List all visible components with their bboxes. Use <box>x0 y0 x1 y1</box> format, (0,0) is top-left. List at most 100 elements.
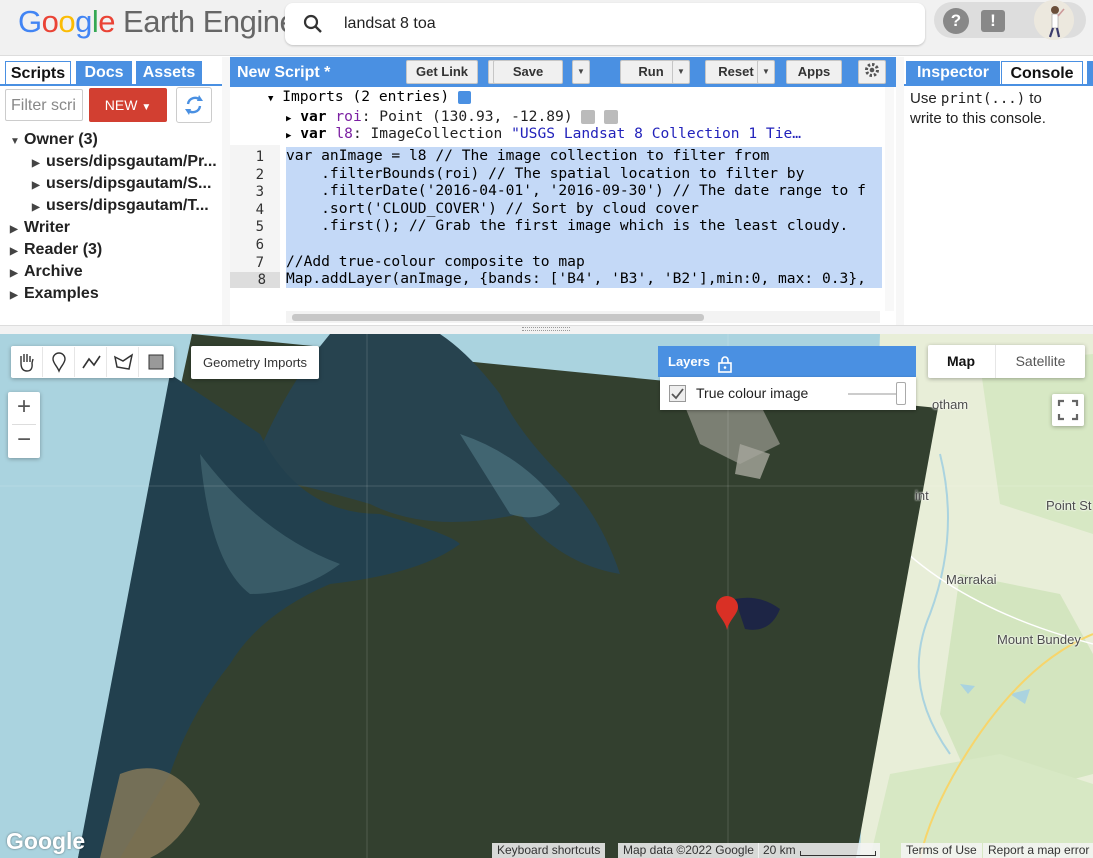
code-line[interactable]: .first(); // Grab the first image which … <box>286 217 882 235</box>
rectangle-tool-icon[interactable] <box>139 347 173 377</box>
geometry-edit-icon[interactable] <box>604 110 619 124</box>
left-tabs: Scripts Docs Assets <box>0 57 222 86</box>
layers-panel: Layers True colour image <box>658 346 916 410</box>
fullscreen-icon <box>1057 399 1079 421</box>
search-box[interactable]: landsat 8 toa <box>285 3 925 45</box>
code-line[interactable]: .sort('CLOUD_COVER') // Sort by cloud co… <box>286 199 882 218</box>
tab-underline <box>904 84 1093 86</box>
tab-overflow[interactable] <box>1087 61 1093 85</box>
code-area[interactable]: 1 2 3 4 5 6 7 8 var anImage = l8 // The … <box>230 145 882 289</box>
apps-button[interactable]: Apps <box>786 60 842 84</box>
editor-vertical-scrollbar[interactable] <box>885 87 894 311</box>
opacity-slider[interactable] <box>848 393 898 395</box>
collapsed-arrow-icon: ▶ <box>32 180 40 191</box>
geometry-imports-button[interactable]: Geometry Imports <box>191 346 319 379</box>
tree-script-item[interactable]: ▶ users/dipsgautam/Pr... <box>32 153 217 171</box>
feedback-icon[interactable]: ! <box>981 10 1005 32</box>
collapsed-arrow-icon: ▶ <box>32 202 40 213</box>
tree-archive[interactable]: ▶ Archive <box>10 263 83 281</box>
get-link-button[interactable]: Get Link <box>406 60 478 84</box>
map-canvas[interactable] <box>0 334 1093 858</box>
layer-visibility-checkbox[interactable] <box>669 385 686 402</box>
expanded-arrow-icon: ▼ <box>10 136 20 147</box>
editor-scroll-thumb[interactable] <box>292 314 704 321</box>
collapsed-arrow-icon: ▶ <box>10 268 18 279</box>
fullscreen-button[interactable] <box>1052 394 1084 426</box>
tab-underline <box>0 84 222 86</box>
map-type-satellite-button[interactable]: Satellite <box>996 345 1085 378</box>
scale-bar[interactable]: 20 km <box>758 843 880 858</box>
imports-header[interactable]: ▼ Imports (2 entries) <box>268 88 471 105</box>
tree-script-item[interactable]: ▶ users/dipsgautam/S... <box>32 175 211 193</box>
geometry-settings-icon[interactable] <box>581 110 596 124</box>
tree-script-item[interactable]: ▶ users/dipsgautam/T... <box>32 197 209 215</box>
layer-name[interactable]: True colour image <box>696 385 808 401</box>
save-button[interactable]: Save <box>493 60 563 84</box>
tab-docs[interactable]: Docs <box>76 61 132 85</box>
tab-console[interactable]: Console <box>1001 61 1083 85</box>
map-view[interactable]: otham int Point St Marrakai Mount Bundey… <box>0 334 1093 858</box>
filter-scripts-input[interactable]: Filter scri <box>5 89 83 121</box>
tab-assets[interactable]: Assets <box>136 61 202 85</box>
tab-inspector[interactable]: Inspector <box>906 61 1000 85</box>
opacity-slider-handle[interactable] <box>896 382 906 405</box>
code-line[interactable]: var anImage = l8 // The image collection… <box>286 147 882 165</box>
tree-examples[interactable]: ▶ Examples <box>10 285 99 303</box>
code-line[interactable]: .filterBounds(roi) // The spatial locati… <box>286 164 882 183</box>
earth-engine-app: Google Earth Engine landsat 8 toa ? ! Scr… <box>0 0 1093 858</box>
tab-scripts[interactable]: Scripts <box>5 61 71 85</box>
zoom-in-button[interactable]: + <box>8 392 40 424</box>
settings-gear-icon[interactable] <box>858 60 886 84</box>
avatar[interactable] <box>1034 0 1074 40</box>
imports-section: ▼ Imports (2 entries) ▶ var roi: Point (… <box>230 87 886 145</box>
console-hint: Use print(...) to write to this console. <box>910 90 1046 127</box>
import-roi[interactable]: ▶ var roi: Point (130.93, -12.89) <box>286 108 619 125</box>
scripts-panel: Scripts Docs Assets Filter scri NEW ▼ ▼ O… <box>0 57 222 325</box>
map-type-map-button[interactable]: Map <box>928 345 994 378</box>
tree-reader[interactable]: ▶ Reader (3) <box>10 241 102 259</box>
imports-doc-icon[interactable] <box>457 90 471 104</box>
zoom-out-button[interactable]: − <box>8 425 40 457</box>
script-title[interactable]: New Script * <box>237 64 330 82</box>
code-editor-panel: New Script * Get Link ▼ Save ▼ Run ▼ Res… <box>230 57 896 325</box>
layers-header[interactable]: Layers <box>658 346 916 377</box>
earth-engine-logo[interactable]: Google Earth Engine <box>18 4 297 40</box>
tree-writer[interactable]: ▶ Writer <box>10 219 70 237</box>
save-dropdown-icon[interactable]: ▼ <box>572 60 590 84</box>
code-line[interactable]: Map.addLayer(anImage, {bands: ['B4', 'B3… <box>286 270 882 288</box>
map-splitter[interactable] <box>0 325 1093 334</box>
search-input[interactable]: landsat 8 toa <box>344 15 436 33</box>
left-splitter[interactable] <box>222 57 230 325</box>
console-panel: Inspector Console Use print(...) to write… <box>904 57 1093 325</box>
help-icon[interactable]: ? <box>943 8 969 34</box>
code-line[interactable]: .filterDate('2016-04-01', '2016-09-30') … <box>286 182 882 200</box>
splitter-handle-icon[interactable] <box>522 327 570 331</box>
terms-link[interactable]: Terms of Use <box>901 843 982 858</box>
import-l8[interactable]: ▶ var l8: ImageCollection "USGS Landsat … <box>286 125 801 142</box>
line-number: 2 <box>255 166 264 183</box>
report-map-error-link[interactable]: Report a map error <box>983 843 1093 858</box>
place-label: Point St <box>1046 498 1092 513</box>
scale-line <box>800 851 876 856</box>
search-icon <box>303 14 323 39</box>
map-marker-icon[interactable] <box>716 596 738 635</box>
new-button[interactable]: NEW ▼ <box>89 88 167 122</box>
pan-hand-icon[interactable] <box>11 347 43 377</box>
collapsed-arrow-icon: ▶ <box>10 224 18 235</box>
line-tool-icon[interactable] <box>75 347 107 377</box>
place-label: Mount Bundey <box>997 632 1081 647</box>
run-dropdown-icon[interactable]: ▼ <box>672 60 690 84</box>
place-label: int <box>915 488 929 503</box>
tree-owner[interactable]: ▼ Owner (3) <box>10 131 98 149</box>
right-splitter[interactable] <box>896 57 904 325</box>
code-line[interactable] <box>286 235 882 253</box>
top-header: Google Earth Engine landsat 8 toa ? ! <box>0 0 1093 56</box>
refresh-button[interactable] <box>176 87 212 123</box>
keyboard-shortcuts-link[interactable]: Keyboard shortcuts <box>492 843 606 858</box>
point-marker-icon[interactable] <box>43 347 75 377</box>
editor-toolbar: New Script * Get Link ▼ Save ▼ Run ▼ Res… <box>230 57 896 87</box>
reset-dropdown-icon[interactable]: ▼ <box>757 60 775 84</box>
polygon-tool-icon[interactable] <box>107 347 139 377</box>
place-label: otham <box>932 397 969 412</box>
code-line[interactable]: //Add true-colour composite to map <box>286 252 882 271</box>
